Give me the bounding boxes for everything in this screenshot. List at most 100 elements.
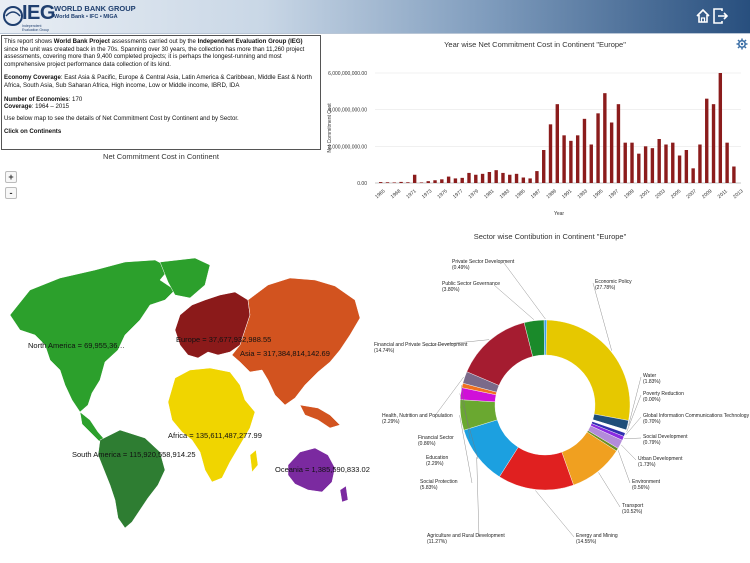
bar[interactable] [419, 182, 424, 183]
map-title: Net Commitment Cost in Continent [103, 152, 219, 161]
intro-paragraph: This report shows World Bank Project ass… [4, 38, 305, 68]
bar[interactable] [630, 142, 634, 183]
x-axis-label: Year [554, 211, 564, 217]
bar[interactable] [623, 142, 627, 183]
x-tick-label: 2005 [670, 188, 683, 200]
bar[interactable] [399, 181, 403, 183]
bar[interactable] [446, 176, 451, 183]
bar[interactable] [643, 146, 648, 183]
bar[interactable] [467, 172, 471, 183]
donut-slice[interactable] [545, 319, 631, 421]
bar[interactable] [575, 135, 580, 183]
bar[interactable] [412, 174, 417, 183]
x-tick-label: 1999 [623, 188, 636, 200]
bar[interactable] [596, 113, 600, 183]
bar[interactable] [562, 135, 566, 183]
bar[interactable] [379, 182, 383, 183]
y-tick-label: 2,000,000,000.00 [328, 144, 367, 150]
bar[interactable] [480, 173, 485, 183]
x-tick-label: 1971 [405, 188, 418, 200]
bar[interactable] [616, 104, 621, 183]
leader-line [476, 457, 480, 538]
bar[interactable] [603, 93, 607, 183]
logo-line-1: WORLD BANK GROUP [54, 4, 136, 13]
bar[interactable] [501, 172, 505, 183]
bar[interactable] [494, 170, 498, 183]
x-tick-label: 1987 [530, 188, 543, 200]
bar[interactable] [582, 118, 587, 183]
x-tick-label: 1977 [452, 188, 465, 200]
slice-percent: (14.74%) [374, 348, 395, 354]
bar[interactable] [705, 98, 709, 183]
continent-north-america[interactable] [9, 259, 176, 413]
bar[interactable] [385, 182, 390, 183]
bar[interactable] [528, 178, 532, 183]
donut-slice[interactable] [466, 322, 533, 386]
bar[interactable] [542, 150, 546, 183]
x-tick-label: 1979 [468, 188, 481, 200]
bar[interactable] [684, 150, 689, 183]
bar[interactable] [589, 144, 593, 184]
bar[interactable] [650, 148, 655, 183]
x-tick-label: 2009 [701, 188, 714, 200]
logo-text: IEG [22, 2, 55, 24]
label-africa: Africa = 135,611,487,277.99 [168, 431, 262, 440]
bar[interactable] [548, 124, 553, 183]
bar[interactable] [453, 178, 458, 183]
bar[interactable] [392, 182, 396, 183]
bar[interactable] [691, 168, 695, 183]
bar[interactable] [535, 171, 539, 183]
slice-percent: (0.49%) [452, 265, 470, 271]
exit-icon[interactable] [711, 7, 729, 25]
bar[interactable] [474, 174, 478, 183]
economies-paragraph: Number of Economies: 170 Coverage: 1964 –… [4, 95, 83, 111]
bar[interactable] [677, 155, 682, 184]
slice-percent: (11.27%) [427, 539, 447, 545]
y-axis-label: Net Commitment Cost [327, 103, 333, 153]
bar[interactable] [711, 104, 716, 183]
slice-percent: (0.86%) [418, 441, 436, 447]
ieg-logo-icon [3, 6, 23, 26]
bar[interactable] [698, 144, 702, 184]
bar[interactable] [637, 153, 641, 183]
madagascar[interactable] [249, 449, 259, 473]
slice-percent: (5.83%) [420, 485, 438, 491]
bar[interactable] [732, 166, 736, 184]
zoom-out-button[interactable]: - [5, 187, 17, 199]
y-tick-label: 0.00 [357, 181, 367, 187]
bar[interactable] [514, 173, 519, 183]
continent-africa[interactable] [167, 367, 256, 483]
x-tick-label: 1989 [545, 188, 558, 200]
bar[interactable] [671, 142, 675, 183]
bar[interactable] [657, 139, 661, 183]
southeast-asia-islands[interactable] [299, 404, 341, 429]
bar[interactable] [440, 179, 444, 183]
central-america[interactable] [79, 411, 106, 443]
click-hint: Click on Continents [4, 128, 62, 136]
bar[interactable] [718, 73, 723, 183]
bar[interactable] [426, 181, 430, 183]
zoom-in-button[interactable]: + [5, 171, 17, 183]
bar[interactable] [460, 177, 464, 183]
y-tick-label: 6,000,000,000.00 [328, 71, 367, 77]
bar[interactable] [433, 180, 437, 183]
leader-line [433, 376, 464, 418]
new-zealand[interactable] [339, 485, 349, 503]
settings-gear-icon[interactable] [736, 38, 748, 50]
coverage-paragraph: Economy Coverage: East Asia & Pacific, E… [4, 74, 312, 89]
bar[interactable] [406, 182, 410, 183]
continent-south-america[interactable] [97, 429, 166, 529]
world-map[interactable]: North America = 69,955,36… South America… [0, 255, 370, 530]
leader-line [493, 284, 535, 320]
x-tick-label: 2003 [654, 188, 667, 200]
bar[interactable] [609, 122, 614, 184]
bar[interactable] [569, 140, 573, 183]
bar[interactable] [664, 144, 668, 184]
home-icon[interactable] [694, 7, 712, 25]
bar[interactable] [521, 177, 526, 184]
bar[interactable] [725, 142, 729, 183]
bar[interactable] [508, 174, 512, 183]
bar[interactable] [487, 172, 492, 183]
bar[interactable] [555, 104, 559, 183]
label-south-america: South America = 115,920,558,914.25 [72, 450, 196, 459]
